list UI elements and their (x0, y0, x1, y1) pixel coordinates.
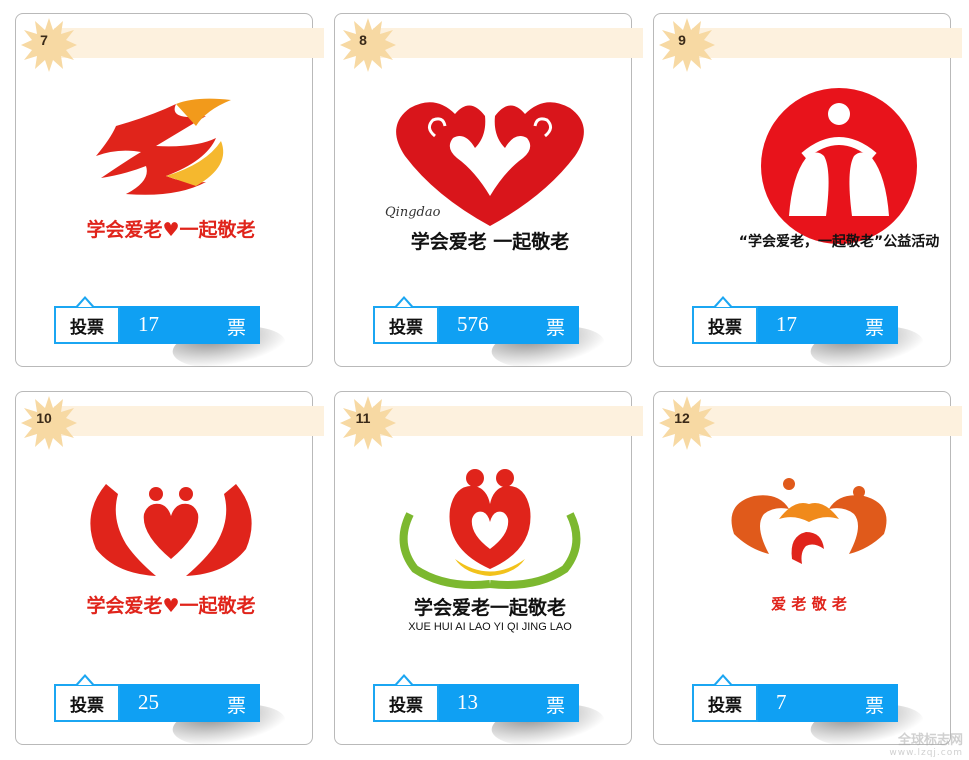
vote-widget: 17 票 投票 (54, 296, 297, 368)
vote-unit: 票 (545, 318, 565, 339)
number-band (373, 406, 643, 436)
logo-card: 8 Qingdao 学会爱老 一起敬老 576 票 投票 (334, 13, 643, 368)
watermark-url: www.lzqj.com (889, 748, 963, 758)
vote-notch-inner (78, 299, 92, 307)
vote-unit: 票 (864, 318, 884, 339)
logo-image: 爱 老 敬 老 (731, 478, 887, 613)
site-watermark: 全球标志网 www.lzqj.com (889, 729, 963, 758)
logo-text: “学会爱老，一起敬老”公益活动 (739, 233, 939, 250)
number-band (373, 28, 643, 58)
logo-image: Qingdao 学会爱老 一起敬老 (385, 102, 584, 253)
logo-image: 学会爱老♥一起敬老 (86, 98, 256, 241)
vote-count: 7 (776, 690, 787, 714)
entry-number: 12 (674, 410, 690, 426)
vote-widget: 576 票 投票 (373, 296, 616, 368)
vote-notch-inner (716, 299, 730, 307)
vote-widget: 25 票 投票 (54, 674, 297, 746)
vote-unit: 票 (545, 696, 565, 717)
logo-subtext: XUE HUI AI LAO YI QI JING LAO (408, 621, 572, 633)
vote-button[interactable]: 投票 (54, 306, 120, 344)
vote-notch-inner (397, 299, 411, 307)
entry-number: 9 (678, 32, 686, 48)
vote-unit: 票 (864, 696, 884, 717)
vote-count-box: 7 票 (758, 684, 898, 722)
vote-count-box: 13 票 (439, 684, 579, 722)
watermark-title: 全球标志网 (897, 733, 963, 748)
vote-unit: 票 (226, 696, 246, 717)
logo-subtext: Qingdao (385, 205, 441, 220)
logo-text: 学会爱老一起敬老 (414, 596, 566, 619)
entry-number: 8 (359, 32, 367, 48)
logo-image: “学会爱老，一起敬老”公益活动 (739, 88, 939, 250)
vote-button[interactable]: 投票 (692, 306, 758, 344)
number-band (692, 28, 962, 58)
logo-image: 学会爱老一起敬老 XUE HUI AI LAO YI QI JING LAO (399, 469, 581, 633)
logo-card: 10 学会爱老♥一起敬老 25 票 投票 (15, 391, 324, 746)
logo-card: 11 学会爱老一起敬老 XUE HUI AI LAO YI QI JING LA… (334, 391, 643, 746)
vote-button[interactable]: 投票 (373, 684, 439, 722)
vote-count-box: 576 票 (439, 306, 579, 344)
vote-notch-inner (78, 677, 92, 685)
entry-number: 10 (36, 410, 52, 426)
vote-count: 13 (457, 690, 478, 714)
vote-count: 576 (457, 312, 489, 336)
vote-widget: 7 票 投票 (692, 674, 935, 746)
logo-card: 9 “学会爱老，一起敬老”公益活动 17 票 投票 (653, 13, 962, 368)
logo-card: 7 学会爱老♥一起敬老 17 票 投票 (15, 13, 324, 368)
vote-button[interactable]: 投票 (373, 306, 439, 344)
vote-unit: 票 (226, 318, 246, 339)
number-band (54, 406, 324, 436)
number-band (54, 28, 324, 58)
logo-text: 学会爱老♥一起敬老 (86, 594, 255, 617)
vote-count: 25 (138, 690, 159, 714)
vote-count-box: 25 票 (120, 684, 260, 722)
vote-count: 17 (776, 312, 797, 336)
entry-number: 11 (355, 410, 371, 426)
logo-card: 12 爱 老 敬 老 7 票 投票 (653, 391, 962, 746)
vote-button[interactable]: 投票 (54, 684, 120, 722)
number-band (692, 406, 962, 436)
logo-text: 学会爱老♥一起敬老 (86, 218, 255, 241)
vote-count: 17 (138, 312, 159, 336)
logo-text: 学会爱老 一起敬老 (411, 230, 570, 253)
entry-number: 7 (40, 32, 48, 48)
vote-notch-inner (716, 677, 730, 685)
vote-widget: 13 票 投票 (373, 674, 616, 746)
logo-image: 学会爱老♥一起敬老 (86, 484, 256, 617)
vote-widget: 17 票 投票 (692, 296, 935, 368)
vote-button[interactable]: 投票 (692, 684, 758, 722)
vote-notch-inner (397, 677, 411, 685)
logo-text: 爱 老 敬 老 (771, 595, 847, 613)
vote-count-box: 17 票 (758, 306, 898, 344)
vote-count-box: 17 票 (120, 306, 260, 344)
